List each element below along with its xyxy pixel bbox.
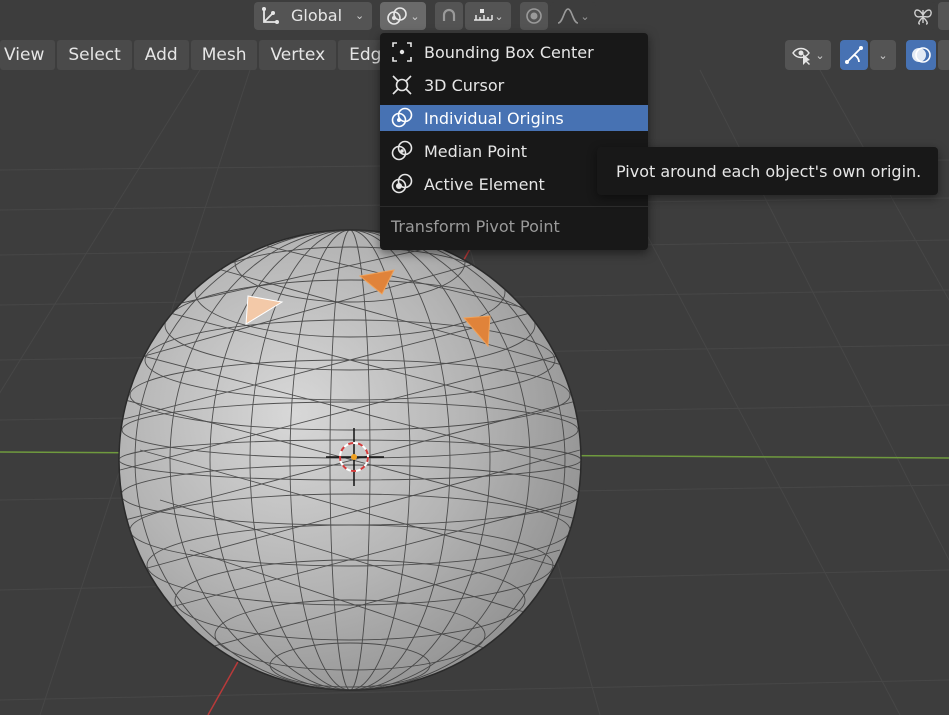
header-menu: View Select Add Mesh Vertex Edge — [0, 40, 405, 70]
gizmo-icon — [845, 46, 863, 64]
chevron-down-icon: ⌄ — [410, 9, 420, 23]
menu-item-label: Active Element — [424, 174, 545, 194]
eye-cursor-icon — [792, 47, 811, 65]
close-icon[interactable] — [938, 2, 949, 30]
menu-item-3d-cursor[interactable]: 3D Cursor — [380, 72, 648, 98]
tooltip-text: Pivot around each object's own origin. — [616, 161, 922, 181]
menu-item-label: 3D Cursor — [424, 75, 505, 95]
mirror-options-button[interactable] — [910, 2, 936, 30]
menu-select[interactable]: Select — [57, 40, 132, 70]
pivot-point-dropdown[interactable]: ⌄ — [380, 2, 426, 30]
transform-orientation-dropdown[interactable]: Global ⌄ — [254, 2, 372, 30]
menu-item-bounding-box-center[interactable]: Bounding Box Center — [380, 39, 648, 65]
chevron-down-icon: ⌄ — [355, 9, 365, 22]
chevron-down-icon: ⌄ — [878, 48, 888, 62]
menu-divider — [380, 206, 648, 207]
butterfly-icon — [914, 9, 932, 25]
menu-item-individual-origins[interactable]: Individual Origins — [380, 105, 648, 131]
individual-origins-icon — [391, 107, 413, 128]
falloff-dropdown[interactable]: ⌄ — [550, 2, 596, 30]
menu-item-label: Individual Origins — [424, 108, 564, 128]
selectability-visibility-dropdown[interactable]: ⌄ — [785, 40, 831, 70]
menu-item-label: Median Point — [424, 141, 528, 161]
proportional-editing-icon — [526, 8, 542, 24]
chevron-down-icon: ⌄ — [815, 48, 825, 62]
menu-title: Transform Pivot Point — [391, 217, 560, 236]
chevron-down-icon: ⌄ — [494, 9, 504, 23]
bounding-box-center-icon — [392, 42, 412, 62]
menu-add[interactable]: Add — [133, 40, 189, 70]
individual-origins-icon — [387, 7, 408, 25]
gizmo-options-dropdown[interactable]: ⌄ — [870, 40, 896, 70]
tooltip: Pivot around each object's own origin. — [597, 147, 938, 195]
proportional-editing-button[interactable] — [520, 2, 548, 30]
median-point-icon — [391, 140, 413, 161]
magnet-icon — [442, 8, 456, 21]
viewport-header: Global ⌄ ⌄ ⌄ ⌄ — [0, 0, 949, 34]
chevron-down-icon: ⌄ — [580, 9, 590, 23]
active-element-icon — [391, 173, 413, 194]
orientation-label: Global — [291, 6, 343, 25]
orientation-gizmo-icon — [262, 7, 279, 24]
pivot-point-menu: Bounding Box Center 3D Cursor Individual… — [380, 33, 648, 250]
overlays-options-dropdown[interactable] — [938, 40, 949, 70]
snap-toggle-button[interactable] — [435, 2, 463, 30]
menu-item-label: Bounding Box Center — [424, 42, 594, 62]
snap-target-dropdown[interactable]: ⌄ — [465, 2, 511, 30]
gizmo-toggle-button[interactable] — [840, 40, 868, 70]
menu-vertex[interactable]: Vertex — [259, 40, 337, 70]
3d-cursor-icon — [392, 75, 412, 95]
menu-view[interactable]: View — [0, 40, 56, 70]
overlays-toggle-button[interactable] — [906, 40, 936, 70]
overlays-icon — [912, 47, 931, 63]
increment-snap-icon — [474, 9, 494, 21]
menu-mesh[interactable]: Mesh — [190, 40, 258, 70]
falloff-curve-icon — [558, 8, 579, 24]
